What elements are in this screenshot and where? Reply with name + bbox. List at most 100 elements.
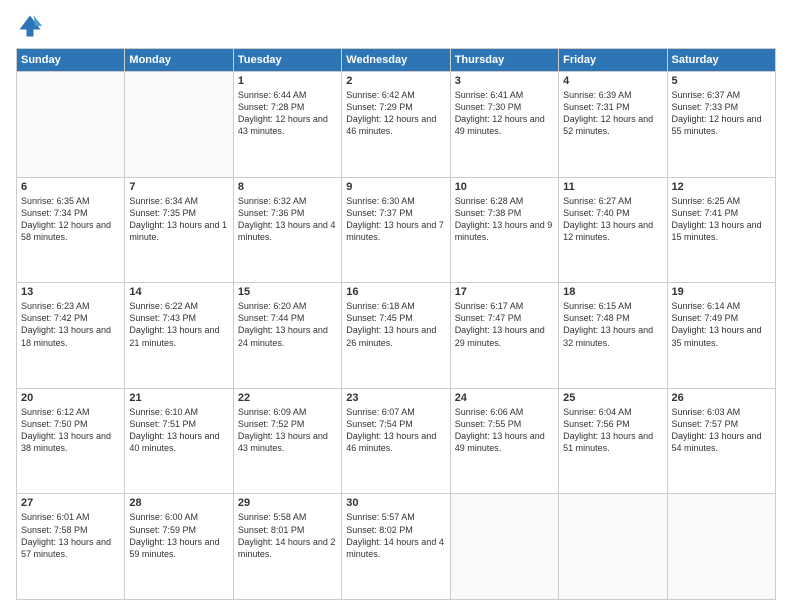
day-info: Sunrise: 6:25 AM Sunset: 7:41 PM Dayligh…: [672, 195, 771, 244]
day-number: 3: [455, 75, 554, 87]
calendar-week-1: 1 Sunrise: 6:44 AM Sunset: 7:28 PM Daylig…: [17, 72, 776, 178]
day-number: 17: [455, 286, 554, 298]
calendar-week-2: 6 Sunrise: 6:35 AM Sunset: 7:34 PM Daylig…: [17, 177, 776, 283]
calendar-cell: 13 Sunrise: 6:23 AM Sunset: 7:42 PM Dayli…: [17, 283, 125, 389]
day-number: 5: [672, 75, 771, 87]
day-info: Sunrise: 6:41 AM Sunset: 7:30 PM Dayligh…: [455, 89, 554, 138]
calendar-cell: 26 Sunrise: 6:03 AM Sunset: 7:57 PM Dayli…: [667, 388, 775, 494]
day-number: 9: [346, 181, 445, 193]
day-header-tuesday: Tuesday: [233, 49, 341, 72]
day-info: Sunrise: 5:58 AM Sunset: 8:01 PM Dayligh…: [238, 511, 337, 560]
calendar-cell: 6 Sunrise: 6:35 AM Sunset: 7:34 PM Daylig…: [17, 177, 125, 283]
page: SundayMondayTuesdayWednesdayThursdayFrid…: [0, 0, 792, 612]
day-info: Sunrise: 6:30 AM Sunset: 7:37 PM Dayligh…: [346, 195, 445, 244]
day-number: 14: [129, 286, 228, 298]
calendar-cell: 23 Sunrise: 6:07 AM Sunset: 7:54 PM Dayli…: [342, 388, 450, 494]
day-info: Sunrise: 6:44 AM Sunset: 7:28 PM Dayligh…: [238, 89, 337, 138]
day-info: Sunrise: 6:22 AM Sunset: 7:43 PM Dayligh…: [129, 300, 228, 349]
day-number: 13: [21, 286, 120, 298]
calendar-cell: 10Sunrise: 6:28 AM Sunset: 7:38 PM Dayli…: [450, 177, 558, 283]
calendar-cell: 5 Sunrise: 6:37 AM Sunset: 7:33 PM Daylig…: [667, 72, 775, 178]
day-number: 25: [563, 392, 662, 404]
day-number: 22: [238, 392, 337, 404]
day-info: Sunrise: 6:06 AM Sunset: 7:55 PM Dayligh…: [455, 406, 554, 455]
logo-icon: [16, 12, 44, 40]
day-info: Sunrise: 6:32 AM Sunset: 7:36 PM Dayligh…: [238, 195, 337, 244]
day-number: 18: [563, 286, 662, 298]
day-number: 26: [672, 392, 771, 404]
day-info: Sunrise: 6:15 AM Sunset: 7:48 PM Dayligh…: [563, 300, 662, 349]
day-number: 21: [129, 392, 228, 404]
calendar-cell: 1 Sunrise: 6:44 AM Sunset: 7:28 PM Daylig…: [233, 72, 341, 178]
calendar-cell: 4 Sunrise: 6:39 AM Sunset: 7:31 PM Daylig…: [559, 72, 667, 178]
day-info: Sunrise: 6:35 AM Sunset: 7:34 PM Dayligh…: [21, 195, 120, 244]
day-number: 27: [21, 497, 120, 509]
day-info: Sunrise: 6:37 AM Sunset: 7:33 PM Dayligh…: [672, 89, 771, 138]
day-header-sunday: Sunday: [17, 49, 125, 72]
header: [16, 12, 776, 40]
calendar-cell: 28 Sunrise: 6:00 AM Sunset: 7:59 PM Dayli…: [125, 494, 233, 600]
day-number: 20: [21, 392, 120, 404]
day-number: 19: [672, 286, 771, 298]
calendar-cell: 30Sunrise: 5:57 AM Sunset: 8:02 PM Dayli…: [342, 494, 450, 600]
day-info: Sunrise: 6:03 AM Sunset: 7:57 PM Dayligh…: [672, 406, 771, 455]
calendar-cell: 12Sunrise: 6:25 AM Sunset: 7:41 PM Dayli…: [667, 177, 775, 283]
day-info: Sunrise: 6:12 AM Sunset: 7:50 PM Dayligh…: [21, 406, 120, 455]
day-number: 28: [129, 497, 228, 509]
day-number: 29: [238, 497, 337, 509]
day-number: 11: [563, 181, 662, 193]
day-info: Sunrise: 6:34 AM Sunset: 7:35 PM Dayligh…: [129, 195, 228, 244]
day-info: Sunrise: 6:07 AM Sunset: 7:54 PM Dayligh…: [346, 406, 445, 455]
day-header-thursday: Thursday: [450, 49, 558, 72]
calendar-cell: [17, 72, 125, 178]
calendar-cell: [450, 494, 558, 600]
calendar-cell: 8 Sunrise: 6:32 AM Sunset: 7:36 PM Daylig…: [233, 177, 341, 283]
calendar-cell: 19 Sunrise: 6:14 AM Sunset: 7:49 PM Dayli…: [667, 283, 775, 389]
day-info: Sunrise: 6:20 AM Sunset: 7:44 PM Dayligh…: [238, 300, 337, 349]
calendar-header-row: SundayMondayTuesdayWednesdayThursdayFrid…: [17, 49, 776, 72]
day-number: 23: [346, 392, 445, 404]
calendar-week-5: 27Sunrise: 6:01 AM Sunset: 7:58 PM Dayli…: [17, 494, 776, 600]
calendar-cell: 9 Sunrise: 6:30 AM Sunset: 7:37 PM Daylig…: [342, 177, 450, 283]
day-info: Sunrise: 6:14 AM Sunset: 7:49 PM Dayligh…: [672, 300, 771, 349]
calendar-cell: [559, 494, 667, 600]
calendar-cell: 15Sunrise: 6:20 AM Sunset: 7:44 PM Dayli…: [233, 283, 341, 389]
day-info: Sunrise: 6:23 AM Sunset: 7:42 PM Dayligh…: [21, 300, 120, 349]
day-info: Sunrise: 6:04 AM Sunset: 7:56 PM Dayligh…: [563, 406, 662, 455]
calendar-cell: 14 Sunrise: 6:22 AM Sunset: 7:43 PM Dayli…: [125, 283, 233, 389]
calendar-cell: [667, 494, 775, 600]
calendar-week-3: 13 Sunrise: 6:23 AM Sunset: 7:42 PM Dayli…: [17, 283, 776, 389]
calendar-cell: 22 Sunrise: 6:09 AM Sunset: 7:52 PM Dayli…: [233, 388, 341, 494]
calendar-cell: 18 Sunrise: 6:15 AM Sunset: 7:48 PM Dayli…: [559, 283, 667, 389]
calendar-cell: 24 Sunrise: 6:06 AM Sunset: 7:55 PM Dayli…: [450, 388, 558, 494]
calendar-week-4: 20 Sunrise: 6:12 AM Sunset: 7:50 PM Dayli…: [17, 388, 776, 494]
day-info: Sunrise: 6:09 AM Sunset: 7:52 PM Dayligh…: [238, 406, 337, 455]
calendar-cell: [125, 72, 233, 178]
day-number: 30: [346, 497, 445, 509]
day-info: Sunrise: 6:39 AM Sunset: 7:31 PM Dayligh…: [563, 89, 662, 138]
day-info: Sunrise: 6:42 AM Sunset: 7:29 PM Dayligh…: [346, 89, 445, 138]
day-number: 24: [455, 392, 554, 404]
calendar-cell: 29 Sunrise: 5:58 AM Sunset: 8:01 PM Dayli…: [233, 494, 341, 600]
calendar-cell: 27Sunrise: 6:01 AM Sunset: 7:58 PM Dayli…: [17, 494, 125, 600]
day-info: Sunrise: 6:18 AM Sunset: 7:45 PM Dayligh…: [346, 300, 445, 349]
logo: [16, 12, 48, 40]
day-number: 1: [238, 75, 337, 87]
calendar-cell: 3 Sunrise: 6:41 AM Sunset: 7:30 PM Daylig…: [450, 72, 558, 178]
calendar-cell: 11Sunrise: 6:27 AM Sunset: 7:40 PM Dayli…: [559, 177, 667, 283]
day-number: 16: [346, 286, 445, 298]
calendar-cell: 21Sunrise: 6:10 AM Sunset: 7:51 PM Dayli…: [125, 388, 233, 494]
day-number: 6: [21, 181, 120, 193]
calendar-cell: 17Sunrise: 6:17 AM Sunset: 7:47 PM Dayli…: [450, 283, 558, 389]
day-header-saturday: Saturday: [667, 49, 775, 72]
day-info: Sunrise: 6:00 AM Sunset: 7:59 PM Dayligh…: [129, 511, 228, 560]
day-number: 4: [563, 75, 662, 87]
calendar-cell: 25 Sunrise: 6:04 AM Sunset: 7:56 PM Dayli…: [559, 388, 667, 494]
calendar-table: SundayMondayTuesdayWednesdayThursdayFrid…: [16, 48, 776, 600]
day-number: 7: [129, 181, 228, 193]
day-number: 8: [238, 181, 337, 193]
calendar-cell: 2 Sunrise: 6:42 AM Sunset: 7:29 PM Daylig…: [342, 72, 450, 178]
day-header-wednesday: Wednesday: [342, 49, 450, 72]
day-header-monday: Monday: [125, 49, 233, 72]
day-number: 2: [346, 75, 445, 87]
